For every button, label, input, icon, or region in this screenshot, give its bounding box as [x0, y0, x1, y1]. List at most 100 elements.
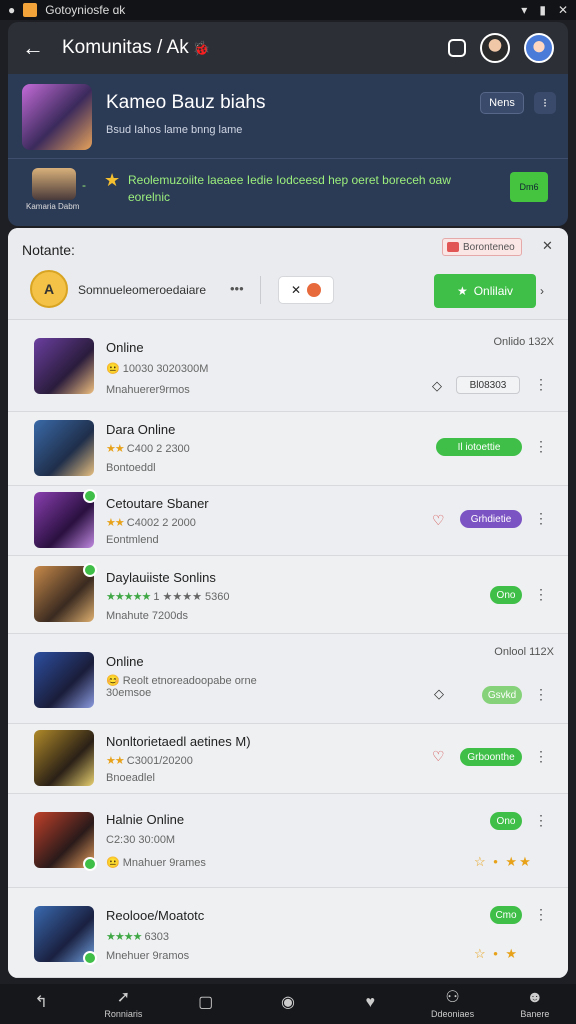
- list-item[interactable]: Halnie Online C2:30 30:00M 😐 Mnahuer 9ra…: [8, 794, 568, 888]
- close-icon[interactable]: ✕: [558, 3, 568, 17]
- heart-icon[interactable]: ♡: [432, 748, 445, 765]
- org-logo[interactable]: A: [30, 270, 68, 308]
- server-name: Dara Online: [106, 422, 176, 437]
- online-dot-icon: [83, 857, 97, 871]
- nav-item-people[interactable]: ⚇ Ddeoniaes: [411, 989, 493, 1019]
- notification-icon[interactable]: [448, 39, 466, 57]
- chevron-right-icon[interactable]: ›: [540, 284, 544, 298]
- kebab-icon[interactable]: ⋮: [534, 376, 548, 393]
- kebab-icon[interactable]: ⋮: [534, 748, 548, 765]
- rating-text: C4002 2 2000: [126, 517, 196, 529]
- nav-item-heart[interactable]: ♥: [329, 994, 411, 1014]
- nav-item-circle[interactable]: ◉: [247, 994, 329, 1014]
- kebab-icon[interactable]: ⋮: [534, 438, 548, 455]
- people-icon: ⚇: [445, 989, 460, 1006]
- server-name: Halnie Online: [106, 812, 185, 827]
- server-thumbnail: [34, 906, 97, 965]
- promo-button[interactable]: Dm6: [510, 172, 548, 202]
- server-rating: ★★★★★ 1 ★★★★ 5360: [106, 590, 230, 603]
- circle-icon: ◉: [281, 994, 295, 1011]
- bottom-nav: ↰ ➚ Ronniaris ▢ ◉ ♥ ⚇ Ddeoniaes ☻ Banere: [0, 984, 576, 1024]
- server-thumbnail: [34, 420, 94, 476]
- status-badge[interactable]: Grboonthe: [460, 748, 522, 766]
- server-meta: Mnehuer 9ramos: [106, 950, 190, 962]
- news-button[interactable]: Nens: [480, 92, 524, 114]
- kebab-icon[interactable]: ⋮: [534, 812, 548, 829]
- diamond-icon[interactable]: ◇: [434, 686, 444, 702]
- arrow-left-icon[interactable]: ←: [22, 35, 44, 61]
- server-rating: 😊 Reolt etnoreadoopabe orne 30emsoe: [106, 674, 286, 699]
- game-cover-image[interactable]: [22, 84, 92, 150]
- server-thumbnail: [34, 563, 97, 622]
- diamond-icon[interactable]: ◇: [432, 378, 442, 394]
- community-panel: Notante: Boronteneo ✕ A Somnueleomeroeda…: [8, 228, 568, 978]
- status-badge[interactable]: Gsvkd: [482, 686, 522, 704]
- list-item[interactable]: Online 😐 10030 3020300M Mnahuerer9rmos O…: [8, 320, 568, 412]
- server-name: Online: [106, 654, 144, 669]
- banner-divider: [8, 158, 568, 159]
- server-name: Nonltorietaedl aetines M): [106, 734, 251, 749]
- list-item[interactable]: Daylauiiste Sonlins ★★★★★ 1 ★★★★ 5360 Mn…: [8, 556, 568, 634]
- nav-label: Banere: [520, 1009, 550, 1019]
- list-item[interactable]: Nonltorietaedl aetines M) ★★ C3001/20200…: [8, 724, 568, 794]
- status-badge[interactable]: Ono: [490, 812, 522, 830]
- rating-stars-icon: ☆ • ★★: [474, 854, 533, 869]
- emoji-icon: 😐: [106, 363, 120, 375]
- nav-item-explore[interactable]: ➚ Ronniaris: [82, 989, 164, 1019]
- online-button[interactable]: ★ Onlilaiv: [434, 274, 536, 308]
- panel-header: Notante: Boronteneo ✕ A Somnueleomeroeda…: [8, 228, 568, 320]
- server-name: Online: [106, 340, 144, 355]
- rating-text: 10030 3020300M: [122, 363, 209, 375]
- nav-label: Ronniaris: [104, 1009, 143, 1019]
- panel-tag[interactable]: Boronteneo: [442, 238, 522, 256]
- nav-item-square[interactable]: ▢: [165, 994, 247, 1014]
- status-badge[interactable]: Ono: [490, 586, 522, 604]
- nav-item-back[interactable]: ↰: [0, 994, 82, 1014]
- status-badge[interactable]: Cmo: [490, 906, 522, 924]
- avatar[interactable]: [480, 33, 510, 63]
- list-item[interactable]: Online 😊 Reolt etnoreadoopabe orne 30ems…: [8, 634, 568, 724]
- server-name: Daylauiiste Sonlins: [106, 570, 216, 585]
- header-separator: [260, 276, 261, 304]
- server-action-chip[interactable]: Bl08303: [456, 376, 520, 394]
- kebab-icon[interactable]: ⋮: [534, 586, 548, 603]
- wifi-icon: ▾: [521, 3, 528, 17]
- server-name: Reolooe/Moatotc: [106, 908, 205, 923]
- status-bar: ● Gotoyniosfe ɑk ▾ ▮ ✕: [0, 0, 576, 20]
- list-item[interactable]: Reolooe/Moatotc ★★★★ 6303 Mnehuer 9ramos…: [8, 888, 568, 978]
- filter-chip[interactable]: ✕: [278, 276, 334, 304]
- avatar-secondary[interactable]: [524, 33, 554, 63]
- status-badge[interactable]: Grhdietie: [460, 510, 522, 528]
- server-meta: Bnoeadlel: [106, 772, 155, 784]
- online-dot-icon: [83, 489, 97, 503]
- rating-stars: ★★★★: [106, 931, 142, 943]
- heart-icon: ♥: [365, 994, 376, 1011]
- emoji-icon: 😊: [106, 675, 120, 687]
- kebab-icon[interactable]: ⋮: [534, 686, 548, 703]
- server-name: Cetoutare Sbaner: [106, 496, 209, 511]
- promo-dash: -: [82, 178, 86, 192]
- server-rating: ★★ C4002 2 2000: [106, 516, 196, 529]
- rating-stars: ★★★★★: [106, 591, 151, 603]
- status-badge[interactable]: Il iotoettie: [436, 438, 522, 456]
- more-button[interactable]: ⁝: [534, 92, 556, 114]
- rating-stars: ★★: [106, 755, 125, 767]
- server-online-count: Onlido 132X: [493, 336, 554, 348]
- promo-character-image: [32, 168, 76, 200]
- kebab-icon[interactable]: ⋮: [534, 906, 548, 923]
- server-rating: 😐 10030 3020300M: [106, 362, 208, 375]
- list-item[interactable]: Dara Online ★★ C400 2 2300 Bontoeddl Il …: [8, 412, 568, 486]
- game-name: Kameo Bauz biahs: [106, 92, 266, 113]
- server-rating: ★★ C400 2 2300: [106, 442, 190, 455]
- server-thumbnail: [34, 338, 94, 394]
- heart-icon[interactable]: ♡: [432, 512, 445, 529]
- org-more-icon[interactable]: •••: [230, 281, 244, 296]
- nav-item-profile[interactable]: ☻ Banere: [494, 989, 576, 1019]
- kebab-icon[interactable]: ⋮: [534, 510, 548, 527]
- panel-close-icon[interactable]: ✕: [542, 238, 553, 254]
- page-title: Komunitas / Ak: [62, 37, 189, 58]
- rating-stars: ★★: [106, 517, 125, 529]
- tag-icon: [447, 242, 459, 252]
- list-item[interactable]: Cetoutare Sbaner ★★ C4002 2 2000 Eontmle…: [8, 486, 568, 556]
- status-circle-icon: ●: [8, 3, 16, 17]
